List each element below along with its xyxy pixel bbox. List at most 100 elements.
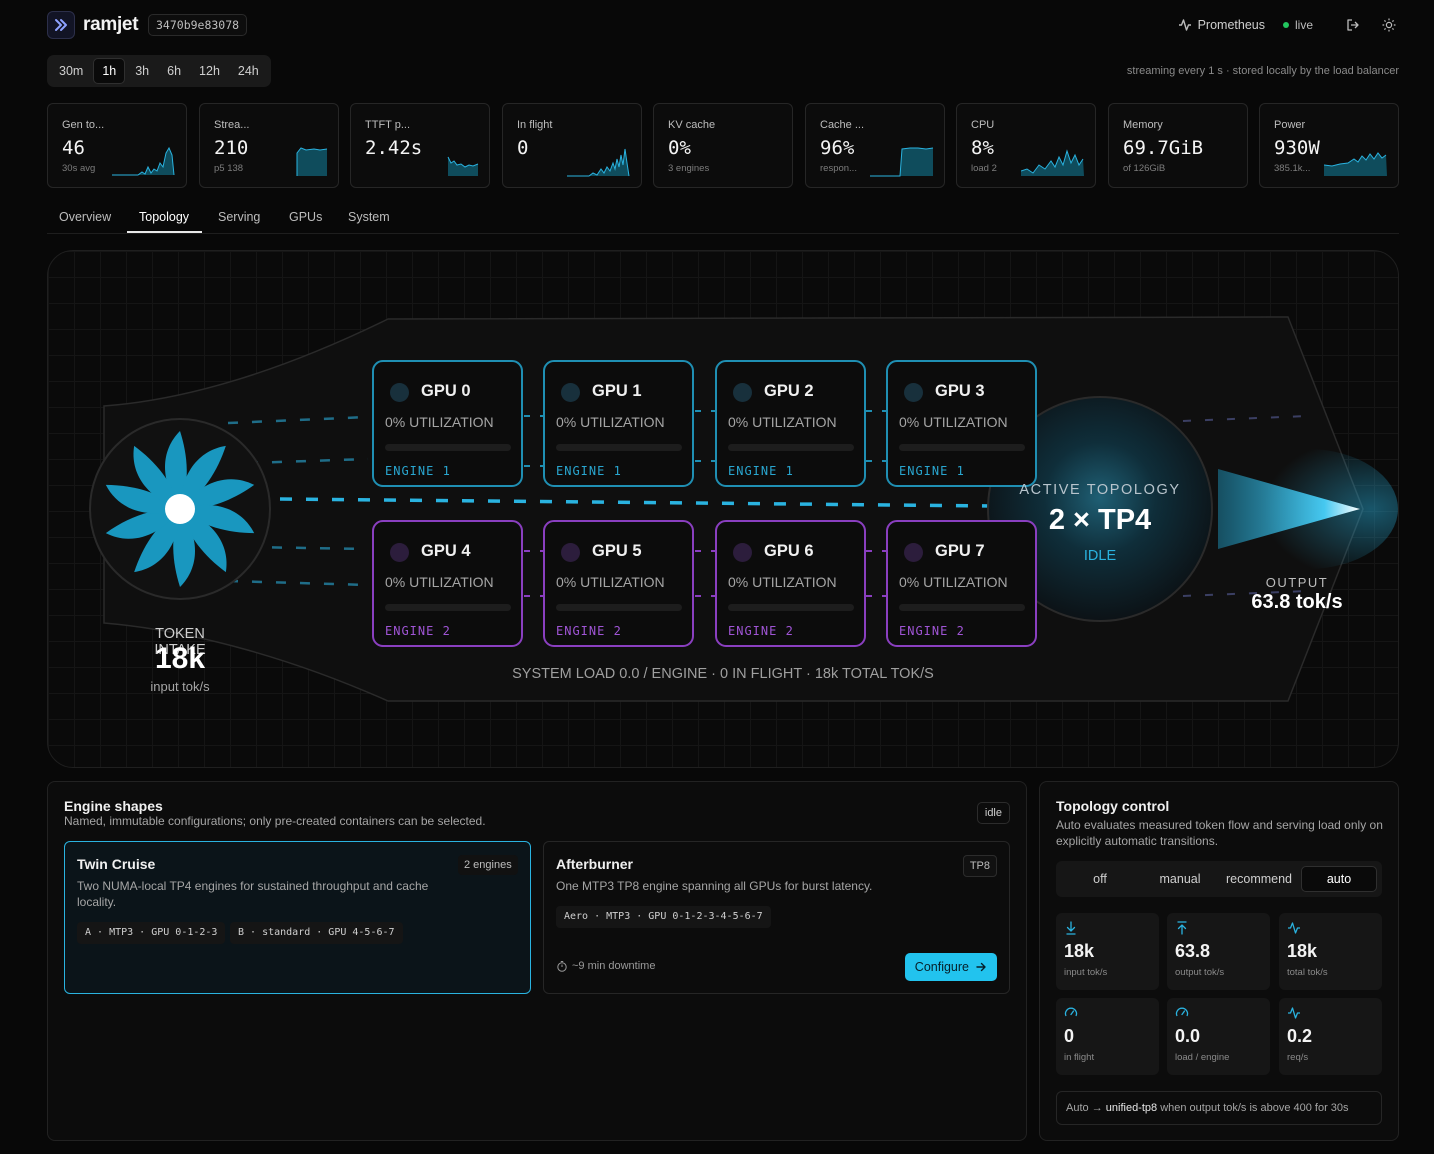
mode-recommend[interactable]: recommend	[1222, 866, 1296, 892]
range-1h[interactable]: 1h	[93, 58, 126, 84]
gpu-card-5[interactable]: GPU 5 0% UTILIZATION ENGINE 2	[543, 520, 694, 647]
gpu-card-4[interactable]: GPU 4 0% UTILIZATION ENGINE 2	[372, 520, 523, 647]
stat-label: Power	[1274, 119, 1306, 131]
panel-title: Topology control	[1056, 798, 1170, 814]
stat-card-ttft[interactable]: TTFT p... 2.42s	[350, 103, 490, 188]
stat-card-in-flight[interactable]: In flight 0	[502, 103, 642, 188]
range-3h[interactable]: 3h	[127, 58, 157, 84]
tab-topology[interactable]: Topology	[139, 210, 189, 224]
configure-button[interactable]: Configure	[904, 953, 997, 981]
metric-value: 18k	[1287, 941, 1318, 961]
stat-sub: 3 engines	[668, 163, 710, 174]
mode-auto[interactable]: auto	[1301, 866, 1377, 892]
sparkline	[447, 156, 479, 176]
output-label: OUTPUT	[1265, 575, 1329, 590]
gpu-utilization: 0% UTILIZATION	[728, 414, 837, 430]
panel-subtitle: Named, immutable configurations; only pr…	[64, 814, 486, 828]
metric-value: 18k	[1064, 941, 1095, 961]
gpu-card-1[interactable]: GPU 1 0% UTILIZATION ENGINE 1	[543, 360, 694, 487]
token-intake-turbine	[89, 418, 271, 600]
stat-card-streams[interactable]: Strea... 210 p5 138	[199, 103, 339, 188]
gpu-card-7[interactable]: GPU 7 0% UTILIZATION ENGINE 2	[886, 520, 1037, 647]
gpu-utilization: 0% UTILIZATION	[556, 574, 665, 590]
gpu-utilization-bar	[899, 444, 1025, 451]
gauge-icon	[1064, 1007, 1078, 1017]
activity-icon	[1178, 19, 1191, 31]
mode-manual[interactable]: manual	[1146, 866, 1214, 892]
logout-button[interactable]	[1343, 15, 1363, 35]
stat-card-cache[interactable]: Cache ... 96% respon...	[805, 103, 945, 188]
brand-name: ramjet	[83, 14, 139, 35]
active-topology-status: IDLE	[1083, 548, 1117, 564]
stat-card-memory[interactable]: Memory 69.7GiB of 126GiB	[1108, 103, 1248, 188]
shape-card-afterburner[interactable]: Afterburner One MTP3 TP8 engine spanning…	[543, 841, 1010, 994]
range-24h[interactable]: 24h	[230, 58, 267, 84]
gpu-utilization-bar	[556, 444, 682, 451]
live-indicator: live	[1282, 18, 1313, 32]
range-6h[interactable]: 6h	[159, 58, 189, 84]
stat-card-cpu[interactable]: CPU 8% load 2	[956, 103, 1096, 188]
topology-control-panel: Topology control Auto evaluates measured…	[1039, 781, 1399, 1141]
active-tab-indicator	[127, 231, 202, 233]
rule-target: unified-tp8	[1105, 1102, 1158, 1114]
token-intake-value: 18k	[154, 642, 206, 675]
stat-value: 46	[62, 137, 85, 159]
gpu-utilization-bar	[899, 604, 1025, 611]
stat-label: In flight	[517, 119, 553, 131]
engine-chip: Aero · MTP3 · GPU 0-1-2-3-4-5-6-7	[556, 906, 771, 928]
theme-toggle-button[interactable]	[1379, 15, 1399, 35]
metric-label: load / engine	[1175, 1052, 1230, 1063]
tab-overview[interactable]: Overview	[59, 210, 111, 224]
gpu-engine: ENGINE 2	[385, 624, 451, 638]
metric-value: 0.0	[1175, 1026, 1201, 1046]
downtime-estimate: ~9 min downtime	[556, 960, 655, 972]
stat-label: Cache ...	[820, 119, 865, 131]
metric-label: total tok/s	[1287, 967, 1328, 978]
stat-value: 0%	[668, 137, 691, 159]
sparkline	[870, 147, 934, 177]
mode-off[interactable]: off	[1066, 866, 1134, 892]
gpu-utilization: 0% UTILIZATION	[899, 574, 1008, 590]
metric-input-tokens: 18k input tok/s	[1056, 913, 1159, 990]
stat-label: TTFT p...	[365, 119, 411, 131]
output-value: 63.8 tok/s	[1251, 591, 1343, 613]
engine-shapes-panel: Engine shapes Named, immutable configura…	[47, 781, 1027, 1141]
gpu-card-2[interactable]: GPU 2 0% UTILIZATION ENGINE 1	[715, 360, 866, 487]
stat-value: 69.7GiB	[1123, 137, 1204, 159]
stat-sub: 385.1k...	[1274, 163, 1311, 174]
activity-icon	[1288, 922, 1300, 934]
metric-value: 63.8	[1175, 941, 1211, 961]
stat-card-gen-tokens[interactable]: Gen to... 46 30s avg	[47, 103, 187, 188]
gpu-card-6[interactable]: GPU 6 0% UTILIZATION ENGINE 2	[715, 520, 866, 647]
range-30m[interactable]: 30m	[51, 58, 91, 84]
tab-system[interactable]: System	[348, 210, 390, 224]
metric-value: 0	[1064, 1026, 1075, 1046]
tab-gpus[interactable]: GPUs	[289, 210, 322, 224]
metric-label: in flight	[1064, 1052, 1095, 1063]
gpu-name: GPU 0	[421, 382, 471, 400]
gpu-engine: ENGINE 2	[899, 624, 965, 638]
stat-card-power[interactable]: Power 930W 385.1k...	[1259, 103, 1399, 188]
gpu-engine: ENGINE 1	[899, 464, 965, 478]
metric-load-per-engine: 0.0 load / engine	[1167, 998, 1270, 1075]
gpu-status-dot	[904, 383, 923, 402]
tab-serving[interactable]: Serving	[218, 210, 260, 224]
shape-card-twin-cruise[interactable]: Twin Cruise Two NUMA-local TP4 engines f…	[64, 841, 531, 994]
logo[interactable]	[47, 11, 75, 39]
stat-value: 210	[214, 137, 249, 159]
rule-condition: when output tok/s is above 400 for 30s	[1160, 1102, 1349, 1114]
gpu-card-0[interactable]: GPU 0 0% UTILIZATION ENGINE 1	[372, 360, 523, 487]
range-12h[interactable]: 12h	[191, 58, 228, 84]
topology-diagram	[89, 316, 1398, 702]
gpu-engine: ENGINE 1	[556, 464, 622, 478]
auto-rule: Auto → unified-tp8 when output tok/s is …	[1056, 1091, 1382, 1125]
gpu-utilization-bar	[728, 444, 854, 451]
live-label: live	[1294, 18, 1313, 32]
gpu-name: GPU 7	[935, 542, 985, 560]
gpu-card-3[interactable]: GPU 3 0% UTILIZATION ENGINE 1	[886, 360, 1037, 487]
gpu-name: GPU 2	[764, 382, 814, 400]
prometheus-link[interactable]: Prometheus	[1178, 18, 1265, 32]
engine-chip: A · MTP3 · GPU 0-1-2-3	[77, 922, 226, 944]
stat-card-kv-cache[interactable]: KV cache 0% 3 engines	[653, 103, 793, 188]
topology-panel: GPU 0 0% UTILIZATION ENGINE 1 GPU 1 0% U…	[47, 250, 1399, 768]
